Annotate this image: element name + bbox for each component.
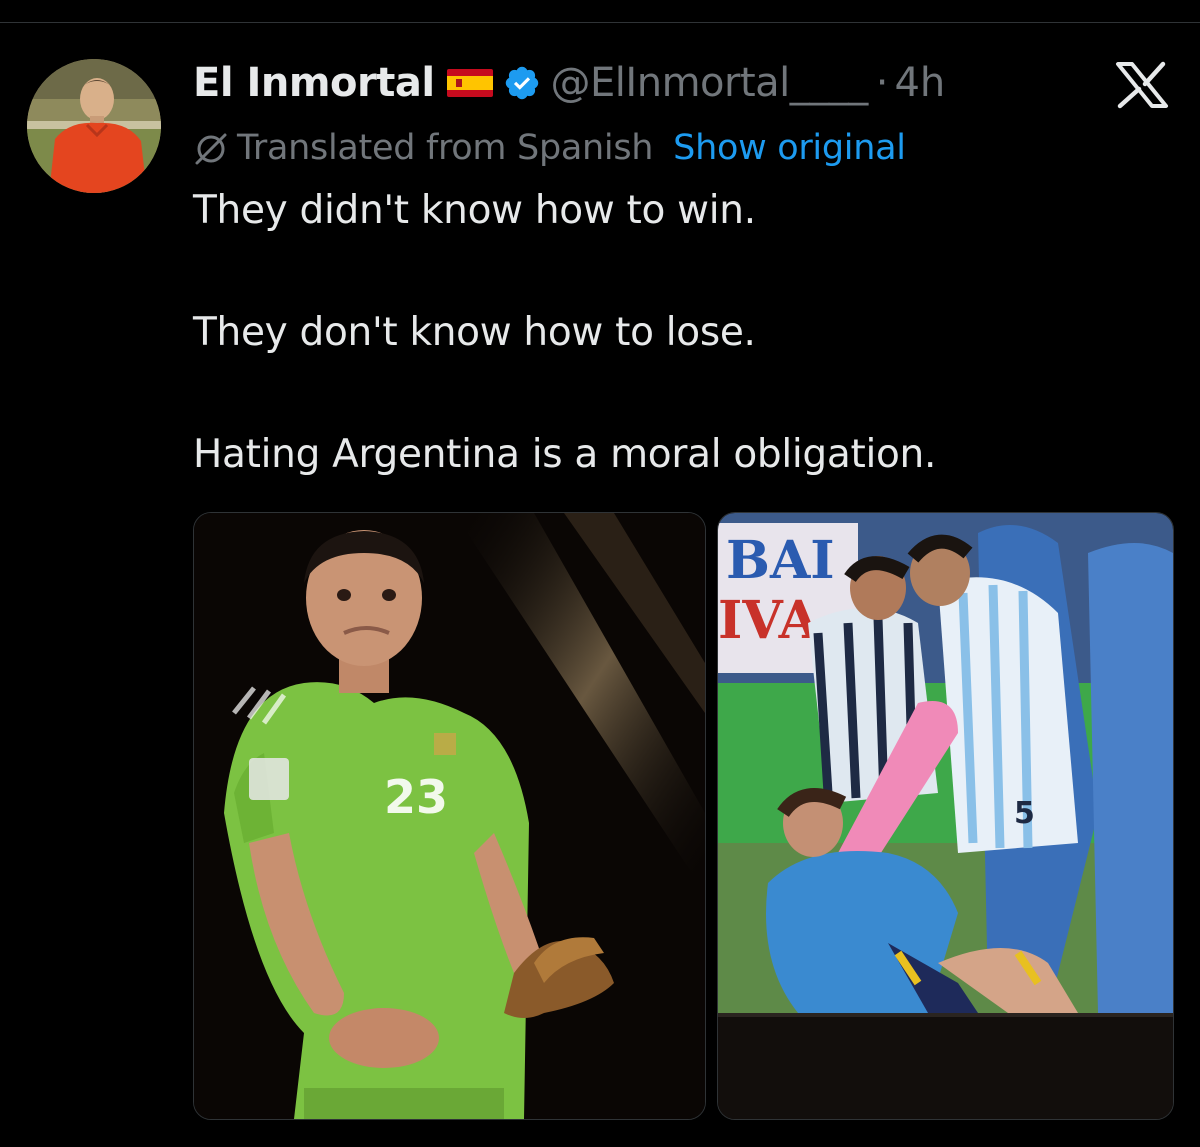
tweet-header: El Inmortal @ElInmortal____ · 4h [193,53,945,113]
dot-separator: · [875,60,889,106]
jersey-number-5: 5 [1014,796,1035,831]
timestamp[interactable]: 4h [894,60,945,106]
spain-flag-icon [446,69,493,97]
handle[interactable]: @ElInmortal____ [551,60,869,106]
display-name[interactable]: El Inmortal [193,60,435,106]
verified-badge-icon[interactable] [503,64,541,102]
tweet-image-scuffle[interactable]: BAI IVA 5 [717,512,1174,1120]
tweet-image-goalkeeper[interactable]: 23 [193,512,706,1120]
globe-strike-icon [193,130,229,166]
translation-row: Translated from Spanish Show original [193,125,906,171]
translation-note: Translated from Spanish [237,128,654,168]
tweet-text-line-3: Hating Argentina is a moral obligation. [193,432,937,477]
tweet-text-line-2: They don't know how to lose. [193,310,756,355]
top-divider [0,22,1200,23]
avatar[interactable] [27,59,161,193]
banner-text-2: IVA [718,590,820,651]
x-logo-icon[interactable] [1114,61,1170,109]
banner-text-1: BAI [726,530,835,591]
jersey-number-23: 23 [384,770,448,824]
show-original-link[interactable]: Show original [673,128,906,168]
tweet-text-line-1: They didn't know how to win. [193,188,756,233]
